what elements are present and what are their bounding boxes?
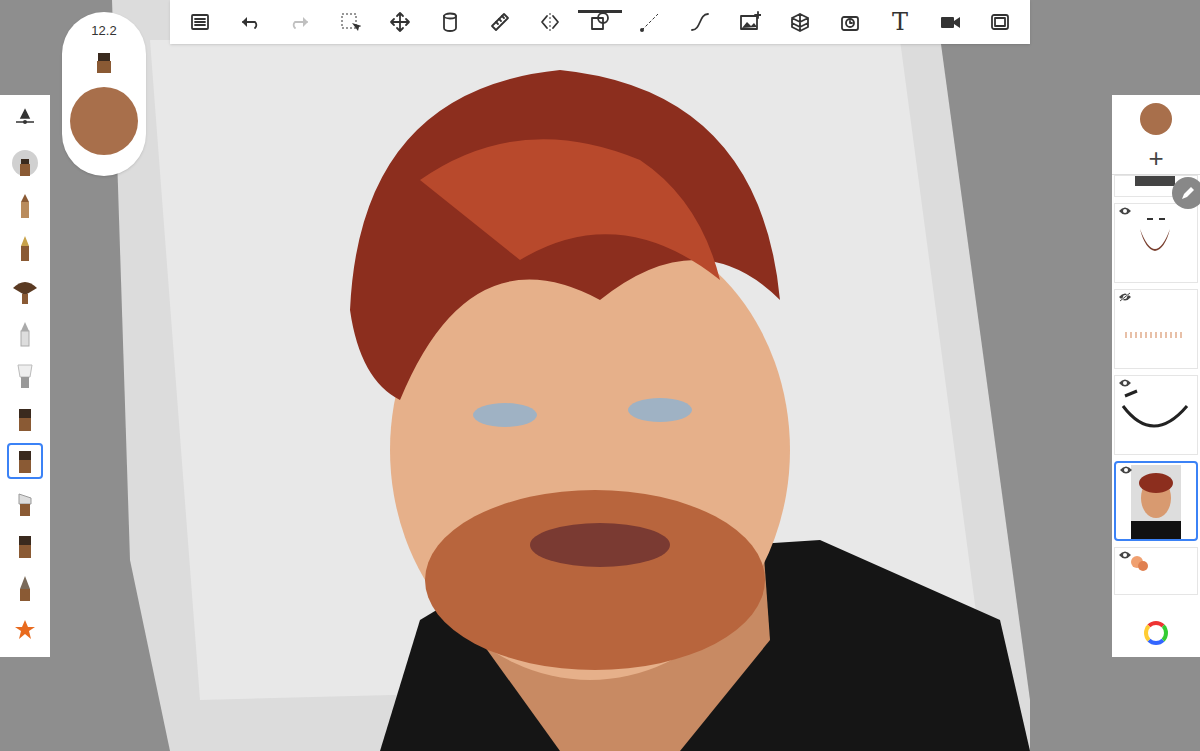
eye-icon[interactable]	[1118, 378, 1132, 388]
layer-list-icon	[189, 11, 211, 33]
brush-slider[interactable]	[7, 103, 43, 139]
top-toolbar: T	[170, 0, 1030, 44]
perspective-button[interactable]	[778, 0, 822, 44]
star-brush-icon	[10, 616, 40, 646]
shapes-icon	[589, 11, 611, 33]
brush-pencil[interactable]	[7, 188, 43, 224]
perspective-icon	[789, 11, 811, 33]
add-layer-button[interactable]: +	[1112, 141, 1200, 175]
video-button[interactable]	[928, 0, 972, 44]
ruler-icon	[489, 11, 511, 33]
color-wheel-icon[interactable]	[1144, 621, 1168, 645]
brush-tip[interactable]	[7, 571, 43, 607]
round-brush-icon	[10, 149, 40, 179]
layer-thumbnail[interactable]	[1114, 461, 1198, 541]
beard-layer-preview	[1115, 204, 1197, 282]
brush-flat[interactable]	[7, 528, 43, 564]
line-icon	[639, 11, 661, 33]
redo-icon	[289, 11, 311, 33]
selected-indicator	[578, 10, 622, 13]
eye-icon[interactable]	[1118, 206, 1132, 216]
video-icon	[939, 11, 961, 33]
layer-color-swatch[interactable]	[1140, 103, 1172, 135]
brush-icon	[97, 53, 111, 75]
edit-layer-button[interactable]	[1172, 177, 1200, 209]
app-window: T 12.2 +	[0, 0, 1200, 751]
shapes-button[interactable]	[578, 0, 622, 44]
brush-round[interactable]	[7, 146, 43, 182]
eye-icon[interactable]	[1118, 550, 1132, 560]
pen-brush-icon	[10, 234, 40, 264]
pencil-brush-icon	[10, 191, 40, 221]
slider-brush-icon	[10, 106, 40, 136]
undo-icon	[239, 11, 261, 33]
flat-brush-icon	[10, 446, 40, 476]
current-color-swatch[interactable]	[70, 87, 138, 155]
brush-fan[interactable]	[7, 273, 43, 309]
symmetry-icon	[539, 11, 561, 33]
portrait-layer-preview	[1116, 463, 1196, 539]
brush-flat[interactable]	[7, 401, 43, 437]
symmetry-button[interactable]	[528, 0, 572, 44]
specks-layer-preview	[1115, 290, 1197, 368]
timelapse-icon	[839, 11, 861, 33]
ruler-button[interactable]	[478, 0, 522, 44]
shaving-brush-icon	[10, 361, 40, 391]
layer-thumbnail[interactable]	[1114, 375, 1198, 455]
fan-brush-icon	[10, 276, 40, 306]
eye-icon[interactable]	[1119, 465, 1133, 475]
selection-icon	[339, 11, 361, 33]
fullscreen-button[interactable]	[978, 0, 1022, 44]
text-button[interactable]: T	[878, 0, 922, 44]
brush-flat[interactable]	[7, 443, 43, 479]
transform-icon	[389, 11, 411, 33]
brush-marker[interactable]	[7, 316, 43, 352]
layer-thumbnail[interactable]	[1114, 289, 1198, 369]
brush-puck[interactable]: 12.2	[62, 12, 146, 176]
add-image-button[interactable]	[728, 0, 772, 44]
timelapse-button[interactable]	[828, 0, 872, 44]
hidden-eye-icon[interactable]	[1118, 292, 1132, 302]
tip-brush-icon	[10, 574, 40, 604]
line-button[interactable]	[628, 0, 672, 44]
brush-angled[interactable]	[7, 486, 43, 522]
brush-star[interactable]	[7, 613, 43, 649]
transform-button[interactable]	[378, 0, 422, 44]
stroke-button[interactable]	[678, 0, 722, 44]
fill-icon	[439, 11, 461, 33]
layer-list	[1112, 175, 1200, 595]
fullscreen-icon	[989, 11, 1011, 33]
selection-button[interactable]	[328, 0, 372, 44]
flat-brush-icon	[10, 404, 40, 434]
flat-brush-icon	[10, 531, 40, 561]
add-image-icon	[739, 11, 761, 33]
brush-palette	[0, 95, 50, 657]
brush-shaving[interactable]	[7, 358, 43, 394]
fill-button[interactable]	[428, 0, 472, 44]
layer-thumbnail[interactable]	[1114, 547, 1198, 595]
angled-brush-icon	[10, 489, 40, 519]
pencil-icon	[1180, 185, 1196, 201]
undo-button[interactable]	[228, 0, 272, 44]
brush-pen[interactable]	[7, 231, 43, 267]
stroke-icon	[689, 11, 711, 33]
brows-layer-preview	[1115, 376, 1197, 454]
layer-thumbnail[interactable]	[1114, 203, 1198, 283]
drawing-canvas[interactable]	[0, 0, 1200, 751]
layer-list-button[interactable]	[178, 0, 222, 44]
redo-button[interactable]	[278, 0, 322, 44]
text-tool-label: T	[892, 10, 908, 34]
brush-size: 12.2	[91, 24, 116, 37]
marker-brush-icon	[10, 319, 40, 349]
